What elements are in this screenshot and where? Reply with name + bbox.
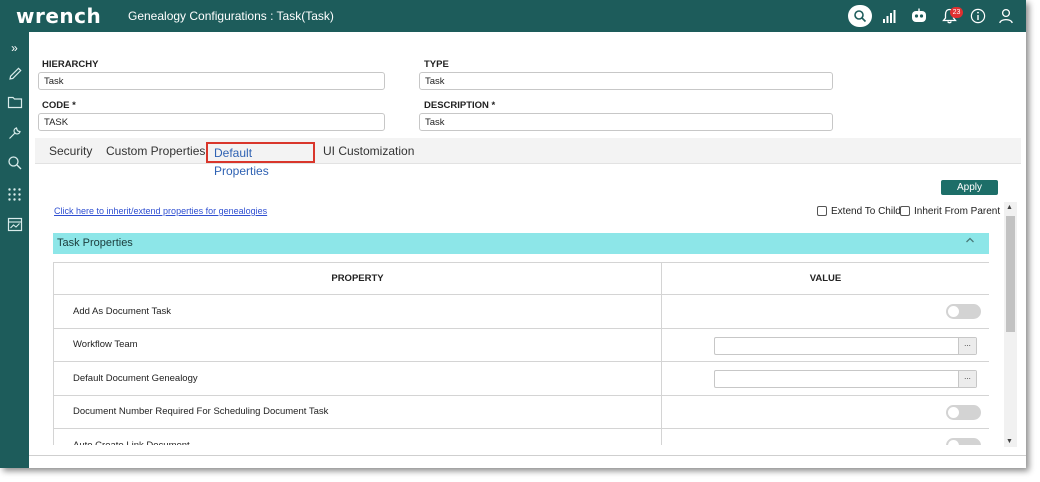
- page-title: Genealogy Configurations : Task(Task): [128, 9, 334, 23]
- table-row: Add As Document Task: [53, 294, 989, 329]
- tab-custom-properties[interactable]: Custom Properties: [100, 142, 211, 163]
- table-row: Document Number Required For Scheduling …: [53, 394, 989, 429]
- sidebar: »: [0, 32, 29, 468]
- property-name: Default Document Genealogy: [53, 361, 662, 396]
- toggle-knob: [948, 406, 959, 418]
- tab-security[interactable]: Security: [43, 142, 98, 163]
- tab-bar: Security Custom Properties Default Prope…: [35, 138, 1021, 178]
- logo: wrench: [16, 4, 102, 28]
- workflow-team-lookup[interactable]: ...: [714, 336, 977, 355]
- add-as-document-task-toggle[interactable]: [946, 304, 981, 319]
- inherit-from-parent-label: Inherit From Parent: [914, 205, 1001, 217]
- type-label: TYPE: [424, 59, 449, 70]
- footer-divider: [29, 455, 1026, 456]
- ellipsis-icon[interactable]: ...: [958, 371, 976, 387]
- user-icon[interactable]: [995, 6, 1017, 26]
- inherit-from-parent-option[interactable]: Inherit From Parent: [900, 205, 1000, 217]
- code-label: CODE *: [42, 100, 76, 111]
- property-value: [661, 394, 989, 429]
- dashboard-icon[interactable]: [4, 214, 25, 234]
- table-header-row: PROPERTY VALUE: [53, 262, 989, 295]
- property-name: Add As Document Task: [53, 294, 662, 329]
- property-name: Workflow Team: [53, 327, 662, 362]
- folder-icon[interactable]: [4, 92, 25, 112]
- info-icon[interactable]: [967, 6, 989, 26]
- code-field[interactable]: TASK: [38, 113, 385, 131]
- table-row: Auto Create Link Document: [53, 428, 989, 445]
- property-name: Auto Create Link Document: [53, 428, 662, 445]
- toggle-knob: [948, 440, 959, 445]
- expand-icon[interactable]: »: [4, 38, 25, 58]
- type-field[interactable]: Task: [419, 72, 833, 90]
- search-icon[interactable]: [4, 153, 25, 173]
- main-content: HIERARCHY Task TYPE Task CODE * TASK DES…: [29, 32, 1026, 468]
- inherit-from-parent-checkbox[interactable]: [900, 206, 910, 216]
- apply-button[interactable]: Apply: [941, 180, 998, 195]
- search-icon[interactable]: [848, 5, 872, 27]
- extend-to-child-option[interactable]: Extend To Child: [817, 205, 901, 217]
- property-column-header: PROPERTY: [53, 262, 662, 295]
- properties-table: PROPERTY VALUE Add As Document Task Work…: [53, 262, 989, 445]
- vertical-scrollbar[interactable]: ▲ ▼: [1004, 202, 1017, 447]
- scroll-down-icon[interactable]: ▼: [1006, 438, 1013, 445]
- top-bar: wrench Genealogy Configurations : Task(T…: [0, 0, 1026, 32]
- extend-to-child-label: Extend To Child: [831, 205, 901, 217]
- notification-badge: 23: [950, 7, 963, 18]
- chatbot-icon[interactable]: [908, 6, 930, 26]
- property-value: [661, 428, 989, 445]
- scroll-thumb[interactable]: [1006, 216, 1015, 332]
- document-number-required-toggle[interactable]: [946, 404, 981, 420]
- signal-bars-icon[interactable]: [878, 6, 900, 26]
- chevron-up-icon[interactable]: [965, 236, 975, 246]
- task-properties-header[interactable]: Task Properties: [53, 233, 989, 254]
- wrench-icon[interactable]: [4, 123, 25, 143]
- tab-ui-customization[interactable]: UI Customization: [317, 142, 420, 163]
- pencil-icon[interactable]: [4, 64, 25, 84]
- table-row: Workflow Team ...: [53, 327, 989, 362]
- auto-create-link-document-toggle[interactable]: [946, 438, 981, 445]
- value-column-header: VALUE: [661, 262, 989, 295]
- description-label: DESCRIPTION *: [424, 100, 496, 111]
- property-name: Document Number Required For Scheduling …: [53, 394, 662, 429]
- app-window: wrench Genealogy Configurations : Task(T…: [0, 0, 1026, 468]
- apps-grid-icon[interactable]: [4, 184, 25, 204]
- property-value: ...: [661, 327, 989, 362]
- hierarchy-label: HIERARCHY: [42, 59, 99, 70]
- hierarchy-field[interactable]: Task: [38, 72, 385, 90]
- tab-default-properties[interactable]: Default Properties: [206, 142, 315, 178]
- extend-to-child-checkbox[interactable]: [817, 206, 827, 216]
- section-title: Task Properties: [57, 237, 133, 249]
- property-value: ...: [661, 361, 989, 396]
- default-document-genealogy-lookup[interactable]: ...: [714, 370, 977, 388]
- table-row: Default Document Genealogy ...: [53, 361, 989, 396]
- description-field[interactable]: Task: [419, 113, 833, 131]
- scroll-up-icon[interactable]: ▲: [1006, 204, 1013, 211]
- property-value: [661, 294, 989, 329]
- inherit-properties-link[interactable]: Click here to inherit/extend properties …: [54, 206, 267, 216]
- ellipsis-icon[interactable]: ...: [958, 337, 976, 354]
- toggle-knob: [948, 306, 959, 317]
